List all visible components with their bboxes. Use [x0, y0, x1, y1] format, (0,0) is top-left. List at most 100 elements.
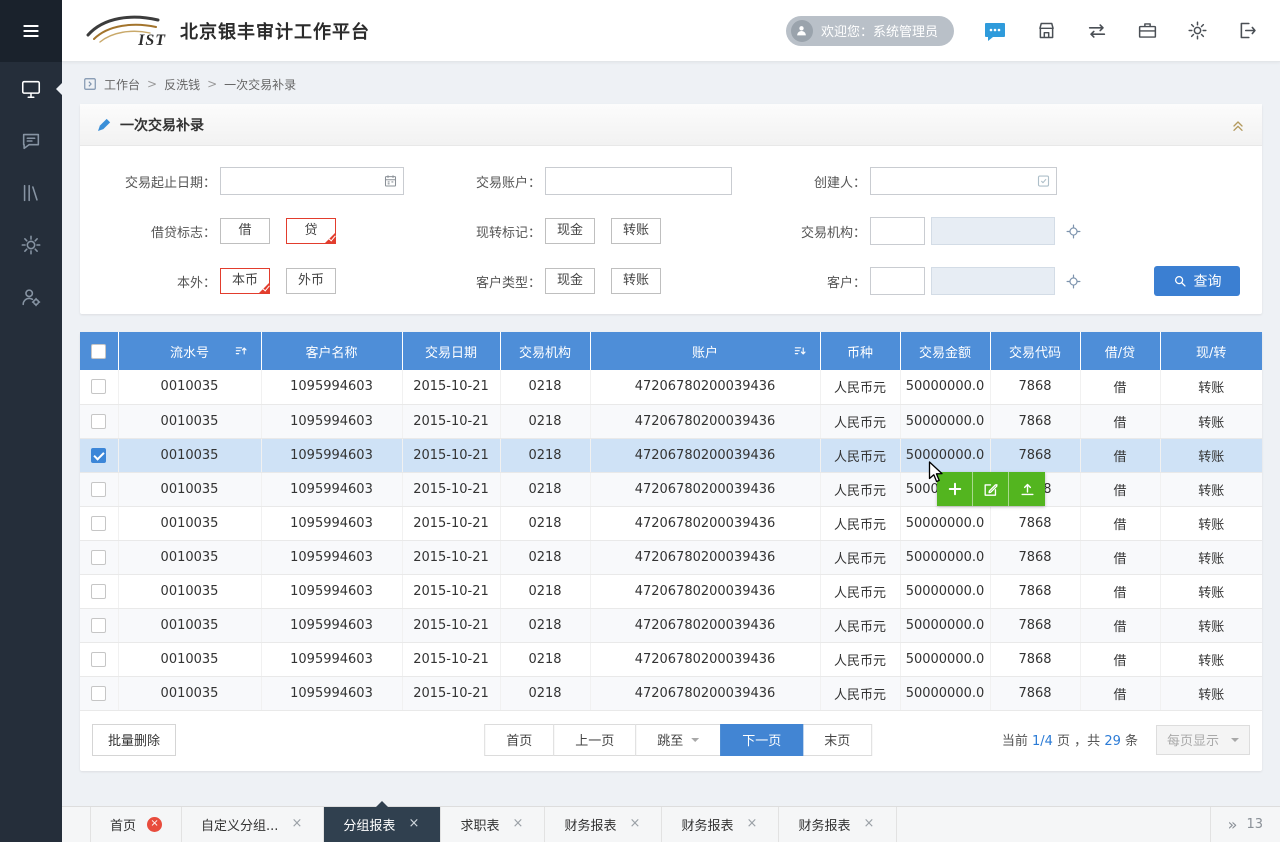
breadcrumb-item-aml[interactable]: 反洗钱: [164, 76, 200, 93]
jump-page-dropdown[interactable]: 跳至: [635, 724, 721, 756]
upload-button[interactable]: [1009, 472, 1045, 506]
cell-currency: 人民币元: [820, 676, 900, 710]
edit-button[interactable]: [973, 472, 1009, 506]
org-name-input[interactable]: [931, 217, 1055, 245]
bottom-tab[interactable]: 求职表 ×: [441, 807, 545, 842]
tab-close-icon[interactable]: ×: [406, 817, 421, 832]
col-header-serial[interactable]: 流水号: [118, 332, 261, 370]
cell-debit-credit: 借: [1080, 472, 1160, 506]
store-button[interactable]: [1036, 20, 1057, 41]
col-header-code[interactable]: 交易代码: [990, 332, 1080, 370]
toggle-debit[interactable]: 借: [220, 218, 270, 244]
col-header-account[interactable]: 账户: [590, 332, 820, 370]
table-row[interactable]: 0010035 1095994603 2015-10-21 0218 47206…: [80, 642, 1262, 676]
row-checkbox[interactable]: [91, 379, 106, 394]
sidebar-item-messages[interactable]: [0, 116, 62, 166]
row-checkbox[interactable]: [91, 618, 106, 633]
sidebar-item-user-management[interactable]: [0, 272, 62, 322]
col-header-currency[interactable]: 币种: [820, 332, 900, 370]
account-input[interactable]: [545, 167, 732, 195]
message-button[interactable]: [983, 19, 1007, 43]
col-header-amount[interactable]: 交易金额: [900, 332, 990, 370]
table-row[interactable]: 0010035 1095994603 2015-10-21 0218 47206…: [80, 438, 1262, 472]
row-checkbox[interactable]: [91, 448, 106, 463]
toggle-local-currency[interactable]: 本币: [220, 268, 270, 294]
row-checkbox[interactable]: [91, 414, 106, 429]
sidebar-item-settings[interactable]: [0, 220, 62, 270]
sort-asc-icon[interactable]: [234, 344, 248, 358]
toggle-cash[interactable]: 现金: [545, 218, 595, 244]
main-content: 工作台 > 反洗钱 > 一次交易补录 一次交易补录 交易起止日期：: [62, 62, 1280, 806]
col-header-cash-transfer[interactable]: 现/转: [1160, 332, 1262, 370]
tab-overflow-button[interactable]: » 13: [1210, 807, 1280, 842]
toggle-foreign-currency[interactable]: 外币: [286, 268, 336, 294]
row-checkbox[interactable]: [91, 652, 106, 667]
col-header-customer[interactable]: 客户名称: [261, 332, 402, 370]
toggle-type-transfer[interactable]: 转账: [611, 268, 661, 294]
tab-close-icon[interactable]: ×: [147, 817, 162, 832]
row-checkbox[interactable]: [91, 584, 106, 599]
logout-button[interactable]: [1237, 20, 1258, 41]
prev-page-button[interactable]: 上一页: [553, 724, 636, 756]
breadcrumb-item-workbench[interactable]: 工作台: [104, 76, 140, 93]
menu-button[interactable]: [0, 0, 62, 62]
col-header-date[interactable]: 交易日期: [402, 332, 500, 370]
tab-close-icon[interactable]: ×: [627, 817, 642, 832]
toggle-type-cash[interactable]: 现金: [545, 268, 595, 294]
row-checkbox[interactable]: [91, 686, 106, 701]
tab-close-icon[interactable]: ×: [862, 817, 877, 832]
row-checkbox[interactable]: [91, 516, 106, 531]
tab-close-icon[interactable]: ×: [510, 817, 525, 832]
transfer-button[interactable]: [1086, 20, 1108, 42]
col-header-org[interactable]: 交易机构: [500, 332, 590, 370]
table-row[interactable]: 0010035 1095994603 2015-10-21 0218 47206…: [80, 574, 1262, 608]
creator-input[interactable]: [870, 167, 1057, 195]
sidebar-item-library[interactable]: [0, 168, 62, 218]
bottom-tab[interactable]: 首页 ×: [90, 807, 182, 842]
per-page-dropdown[interactable]: 每页显示: [1156, 725, 1250, 755]
org-code-input[interactable]: [870, 217, 925, 245]
customer-code-input[interactable]: [870, 267, 925, 295]
crosshair-icon[interactable]: [1065, 273, 1082, 290]
date-range-input[interactable]: [220, 167, 404, 195]
toggle-credit[interactable]: 贷: [286, 218, 336, 244]
briefcase-button[interactable]: [1137, 20, 1158, 41]
toggle-transfer[interactable]: 转账: [611, 218, 661, 244]
settings-button[interactable]: [1187, 20, 1208, 41]
table-row[interactable]: 0010035 1095994603 2015-10-21 0218 47206…: [80, 540, 1262, 574]
sort-desc-icon[interactable]: [793, 344, 807, 358]
next-page-button[interactable]: 下一页: [720, 724, 803, 756]
tab-close-icon[interactable]: ×: [744, 817, 759, 832]
bottom-tab[interactable]: 财务报表 ×: [779, 807, 896, 842]
table-row[interactable]: 0010035 1095994603 2015-10-21 0218 47206…: [80, 370, 1262, 404]
search-button[interactable]: 查询: [1154, 266, 1240, 296]
tab-close-icon[interactable]: ×: [289, 817, 304, 832]
bottom-tab[interactable]: 财务报表 ×: [545, 807, 662, 842]
table-row[interactable]: 0010035 1095994603 2015-10-21 0218 47206…: [80, 472, 1262, 506]
filter-panel-header: 一次交易补录: [80, 104, 1262, 146]
col-header-debit-credit[interactable]: 借/贷: [1080, 332, 1160, 370]
customer-name-input[interactable]: [931, 267, 1055, 295]
bottom-tab[interactable]: 财务报表 ×: [662, 807, 779, 842]
collapse-button[interactable]: [1230, 117, 1246, 133]
first-page-button[interactable]: 首页: [484, 724, 554, 756]
row-checkbox[interactable]: [91, 550, 106, 565]
crosshair-icon[interactable]: [1065, 223, 1082, 240]
row-checkbox[interactable]: [91, 482, 106, 497]
calendar-icon[interactable]: [383, 174, 398, 189]
select-all-checkbox[interactable]: [91, 344, 106, 359]
bottom-tab[interactable]: 分组报表 ×: [324, 807, 441, 842]
pen-icon: [96, 117, 112, 133]
user-welcome[interactable]: 欢迎您：系统管理员: [786, 16, 954, 46]
add-button[interactable]: [937, 472, 973, 506]
batch-delete-button[interactable]: 批量删除: [92, 724, 176, 756]
table-row[interactable]: 0010035 1095994603 2015-10-21 0218 47206…: [80, 404, 1262, 438]
table-row[interactable]: 0010035 1095994603 2015-10-21 0218 47206…: [80, 608, 1262, 642]
sidebar-item-workbench[interactable]: [0, 64, 62, 114]
last-page-button[interactable]: 末页: [802, 724, 872, 756]
table-row[interactable]: 0010035 1095994603 2015-10-21 0218 47206…: [80, 506, 1262, 540]
check-square-icon[interactable]: [1036, 174, 1051, 189]
table-row[interactable]: 0010035 1095994603 2015-10-21 0218 47206…: [80, 676, 1262, 710]
cell-cash-transfer: 转账: [1160, 370, 1262, 404]
bottom-tab[interactable]: 自定义分组... ×: [182, 807, 324, 842]
